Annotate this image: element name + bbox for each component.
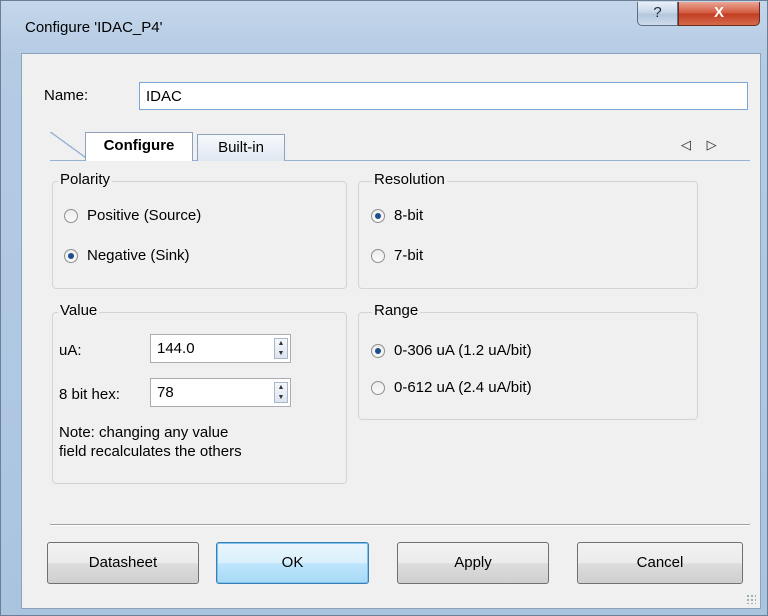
window-title: Configure 'IDAC_P4': [25, 19, 163, 36]
radio-unchecked-icon: [371, 249, 385, 263]
title-bar[interactable]: Configure 'IDAC_P4' ? X: [1, 1, 767, 41]
resolution-8bit-label: 8-bit: [394, 207, 424, 224]
resize-grip-icon[interactable]: [746, 594, 756, 604]
resolution-8bit-radio[interactable]: 8-bit: [371, 207, 521, 229]
close-icon: X: [713, 4, 724, 21]
range-306-label: 0-306 uA (1.2 uA/bit): [394, 342, 532, 359]
range-612-label: 0-612 uA (2.4 uA/bit): [394, 379, 532, 396]
ua-spinbox[interactable]: ▲ ▼: [150, 334, 291, 363]
apply-button[interactable]: Apply: [397, 542, 549, 584]
spin-up-icon[interactable]: ▲: [275, 339, 287, 349]
resolution-7bit-radio[interactable]: 7-bit: [371, 247, 521, 269]
name-label: Name:: [44, 87, 89, 104]
polarity-positive-radio[interactable]: Positive (Source): [64, 207, 314, 229]
range-group: [358, 312, 698, 420]
datasheet-button[interactable]: Datasheet: [47, 542, 199, 584]
polarity-positive-label: Positive (Source): [87, 207, 202, 224]
spin-down-icon[interactable]: ▼: [275, 349, 287, 359]
dialog-window: Configure 'IDAC_P4' ? X Name: Configure …: [0, 0, 768, 616]
radio-unchecked-icon: [371, 381, 385, 395]
ua-input[interactable]: [151, 335, 251, 362]
value-note-line2: field recalculates the others: [59, 443, 242, 460]
tab-configure-label: Configure: [103, 137, 175, 154]
button-separator: [50, 524, 750, 525]
dialog-client-area: Name: Configure Built-in ◁ ▷ Polarity Po…: [21, 53, 761, 609]
radio-checked-icon: [64, 249, 78, 263]
polarity-negative-label: Negative (Sink): [87, 247, 190, 264]
ua-spin-buttons[interactable]: ▲ ▼: [274, 338, 288, 359]
resolution-group-title: Resolution: [372, 171, 447, 188]
ok-button[interactable]: OK: [216, 542, 369, 584]
value-note: Note: changing any value field recalcula…: [59, 423, 242, 461]
value-group-title: Value: [58, 302, 100, 319]
spin-up-icon[interactable]: ▲: [275, 383, 287, 393]
ua-label: uA:: [59, 342, 82, 359]
polarity-negative-radio[interactable]: Negative (Sink): [64, 247, 314, 269]
hex-spinbox[interactable]: ▲ ▼: [150, 378, 291, 407]
hex-input[interactable]: [151, 379, 251, 406]
tab-slant-decoration: [50, 132, 90, 161]
radio-unchecked-icon: [64, 209, 78, 223]
tab-configure[interactable]: Configure: [85, 132, 193, 161]
name-input[interactable]: [139, 82, 748, 110]
radio-checked-icon: [371, 209, 385, 223]
value-note-line1: Note: changing any value: [59, 424, 229, 441]
spin-down-icon[interactable]: ▼: [275, 393, 287, 403]
help-button[interactable]: ?: [637, 2, 678, 26]
radio-checked-icon: [371, 344, 385, 358]
hex-label: 8 bit hex:: [59, 386, 120, 403]
cancel-button[interactable]: Cancel: [577, 542, 743, 584]
close-button[interactable]: X: [678, 2, 760, 26]
range-306-radio[interactable]: 0-306 uA (1.2 uA/bit): [371, 342, 671, 364]
tab-scroll-arrows-icon[interactable]: ◁ ▷: [681, 137, 723, 153]
polarity-group-title: Polarity: [58, 171, 113, 188]
tab-built-in[interactable]: Built-in: [197, 134, 285, 161]
resolution-group: [358, 181, 698, 289]
help-icon: ?: [653, 4, 662, 21]
range-612-radio[interactable]: 0-612 uA (2.4 uA/bit): [371, 379, 671, 401]
resolution-7bit-label: 7-bit: [394, 247, 424, 264]
range-group-title: Range: [372, 302, 421, 319]
tab-built-in-label: Built-in: [218, 139, 264, 156]
hex-spin-buttons[interactable]: ▲ ▼: [274, 382, 288, 403]
polarity-group: [52, 181, 347, 289]
